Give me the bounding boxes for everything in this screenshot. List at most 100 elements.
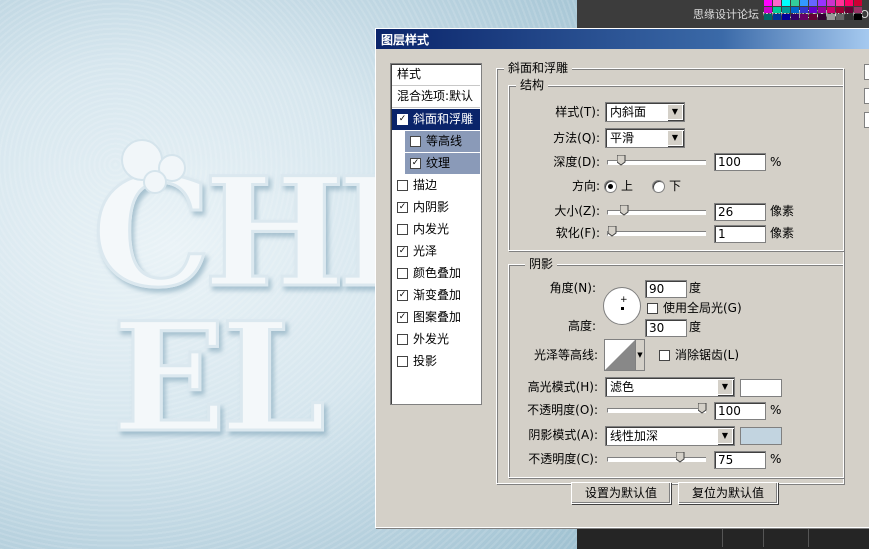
- style-checkbox[interactable]: [397, 268, 408, 279]
- highlight-color-swatch[interactable]: [740, 379, 782, 397]
- angle-unit: 度: [689, 281, 702, 295]
- highlight-opacity-label: 不透明度(O):: [527, 403, 598, 417]
- size-label: 大小(Z):: [554, 204, 600, 218]
- highlight-opacity-thumb[interactable]: [698, 403, 707, 414]
- style-item-label: 内阴影: [413, 200, 450, 214]
- depth-input[interactable]: 100: [714, 153, 766, 171]
- blend-options-item[interactable]: 混合选项:默认: [392, 86, 480, 108]
- size-unit: 像素: [770, 204, 795, 218]
- angle-dial[interactable]: +: [603, 287, 641, 325]
- angle-center-dot: [621, 307, 624, 310]
- soften-slider[interactable]: [607, 226, 706, 237]
- style-checkbox[interactable]: ✓: [410, 158, 421, 169]
- shadow-opacity-slider[interactable]: [607, 452, 706, 463]
- style-item[interactable]: ✓ 纹理: [405, 153, 480, 174]
- shadow-opacity-thumb[interactable]: [675, 452, 685, 463]
- highlight-opacity-input[interactable]: 100: [714, 402, 766, 420]
- style-checkbox[interactable]: [397, 180, 408, 191]
- altitude-input[interactable]: 30: [645, 319, 687, 337]
- altitude-label: 高度:: [567, 319, 596, 333]
- technique-value: 平滑: [610, 131, 635, 145]
- shadow-color-swatch[interactable]: [740, 427, 782, 445]
- chevron-down-icon: ▼: [667, 104, 683, 120]
- shadow-mode-value: 线性加深: [610, 429, 659, 443]
- style-label: 样式(T):: [555, 105, 600, 119]
- highlight-mode-select[interactable]: 滤色 ▼: [605, 377, 735, 397]
- style-checkbox[interactable]: ✓: [397, 114, 408, 125]
- style-item-label: 光泽: [413, 244, 438, 258]
- bevel-style-select[interactable]: 内斜面 ▼: [605, 102, 685, 122]
- swatches-panel[interactable]: [764, 0, 869, 24]
- style-item-label: 描边: [413, 178, 438, 192]
- style-item-label: 投影: [413, 354, 438, 368]
- depth-label: 深度(D):: [553, 155, 600, 169]
- size-slider-thumb[interactable]: [619, 205, 629, 216]
- style-checkbox[interactable]: [397, 356, 408, 367]
- style-item[interactable]: ✓ 光泽: [392, 241, 480, 262]
- depth-slider-thumb[interactable]: [617, 155, 626, 166]
- angle-value: 90: [649, 282, 665, 296]
- soften-value: 1: [718, 227, 726, 241]
- direction-down-label: 下: [669, 179, 682, 193]
- style-item[interactable]: 内发光: [392, 219, 480, 240]
- angle-input[interactable]: 90: [645, 280, 687, 298]
- chevron-down-icon: ▼: [717, 379, 733, 395]
- style-item[interactable]: 颜色叠加: [392, 263, 480, 284]
- new-style-button-edge[interactable]: [864, 112, 869, 128]
- direction-up-radio[interactable]: [604, 180, 617, 193]
- style-item[interactable]: ✓ 图案叠加: [392, 307, 480, 328]
- shadow-opacity-value: 75: [718, 453, 734, 467]
- size-value: 26: [718, 205, 734, 219]
- style-item[interactable]: ✓ 斜面和浮雕: [392, 109, 480, 130]
- highlight-mode-label: 高光模式(H):: [527, 380, 598, 394]
- depth-slider[interactable]: [607, 155, 706, 166]
- status-bar: [577, 525, 869, 549]
- styles-header[interactable]: 样式: [392, 64, 480, 86]
- direction-up-label: 上: [621, 179, 634, 193]
- style-item-label: 等高线: [426, 134, 463, 148]
- chevron-down-icon[interactable]: ▼: [635, 339, 645, 371]
- set-default-button[interactable]: 设置为默认值: [571, 482, 671, 504]
- style-checkbox[interactable]: ✓: [397, 202, 408, 213]
- direction-down-radio[interactable]: [652, 180, 665, 193]
- chevron-down-icon: ▼: [717, 428, 733, 444]
- shadow-mode-select[interactable]: 线性加深 ▼: [605, 426, 735, 446]
- style-checkbox[interactable]: [397, 334, 408, 345]
- shadow-opacity-input[interactable]: 75: [714, 451, 766, 469]
- shadow-opacity-label: 不透明度(C):: [528, 452, 598, 466]
- global-light-checkbox[interactable]: 使用全局光(G): [647, 300, 742, 316]
- style-item[interactable]: ✓ 渐变叠加: [392, 285, 480, 306]
- highlight-opacity-slider[interactable]: [607, 403, 707, 414]
- shadow-opacity-unit: %: [770, 452, 782, 466]
- style-item[interactable]: 外发光: [392, 329, 480, 350]
- style-item[interactable]: ✓ 内阴影: [392, 197, 480, 218]
- checkbox-box: [659, 350, 670, 361]
- crosshair-icon: +: [620, 295, 628, 305]
- cancel-button-edge[interactable]: [864, 88, 869, 104]
- style-checkbox[interactable]: [397, 224, 408, 235]
- style-item[interactable]: 投影: [392, 351, 480, 372]
- altitude-unit: 度: [689, 320, 702, 334]
- soften-input[interactable]: 1: [714, 225, 766, 243]
- reset-default-button[interactable]: 复位为默认值: [678, 482, 778, 504]
- dialog-titlebar[interactable]: 图层样式: [376, 29, 869, 49]
- style-item[interactable]: 描边: [392, 175, 480, 196]
- style-checkbox[interactable]: ✓: [397, 246, 408, 257]
- altitude-value: 30: [649, 321, 665, 335]
- antialias-label: 消除锯齿(L): [675, 348, 740, 362]
- soften-slider-thumb[interactable]: [608, 226, 617, 237]
- ok-button-edge[interactable]: [864, 64, 869, 80]
- status-divider: [808, 527, 809, 547]
- style-item[interactable]: 等高线: [405, 131, 480, 152]
- antialias-checkbox[interactable]: 消除锯齿(L): [659, 347, 739, 363]
- depth-unit: %: [770, 155, 782, 169]
- radio-selected-dot: [608, 184, 613, 189]
- technique-select[interactable]: 平滑 ▼: [605, 128, 685, 148]
- style-checkbox[interactable]: ✓: [397, 290, 408, 301]
- size-slider[interactable]: [607, 205, 706, 216]
- style-checkbox[interactable]: [410, 136, 421, 147]
- size-input[interactable]: 26: [714, 203, 766, 221]
- style-checkbox[interactable]: ✓: [397, 312, 408, 323]
- style-item-label: 颜色叠加: [413, 266, 462, 280]
- gloss-contour-preview[interactable]: [604, 339, 636, 371]
